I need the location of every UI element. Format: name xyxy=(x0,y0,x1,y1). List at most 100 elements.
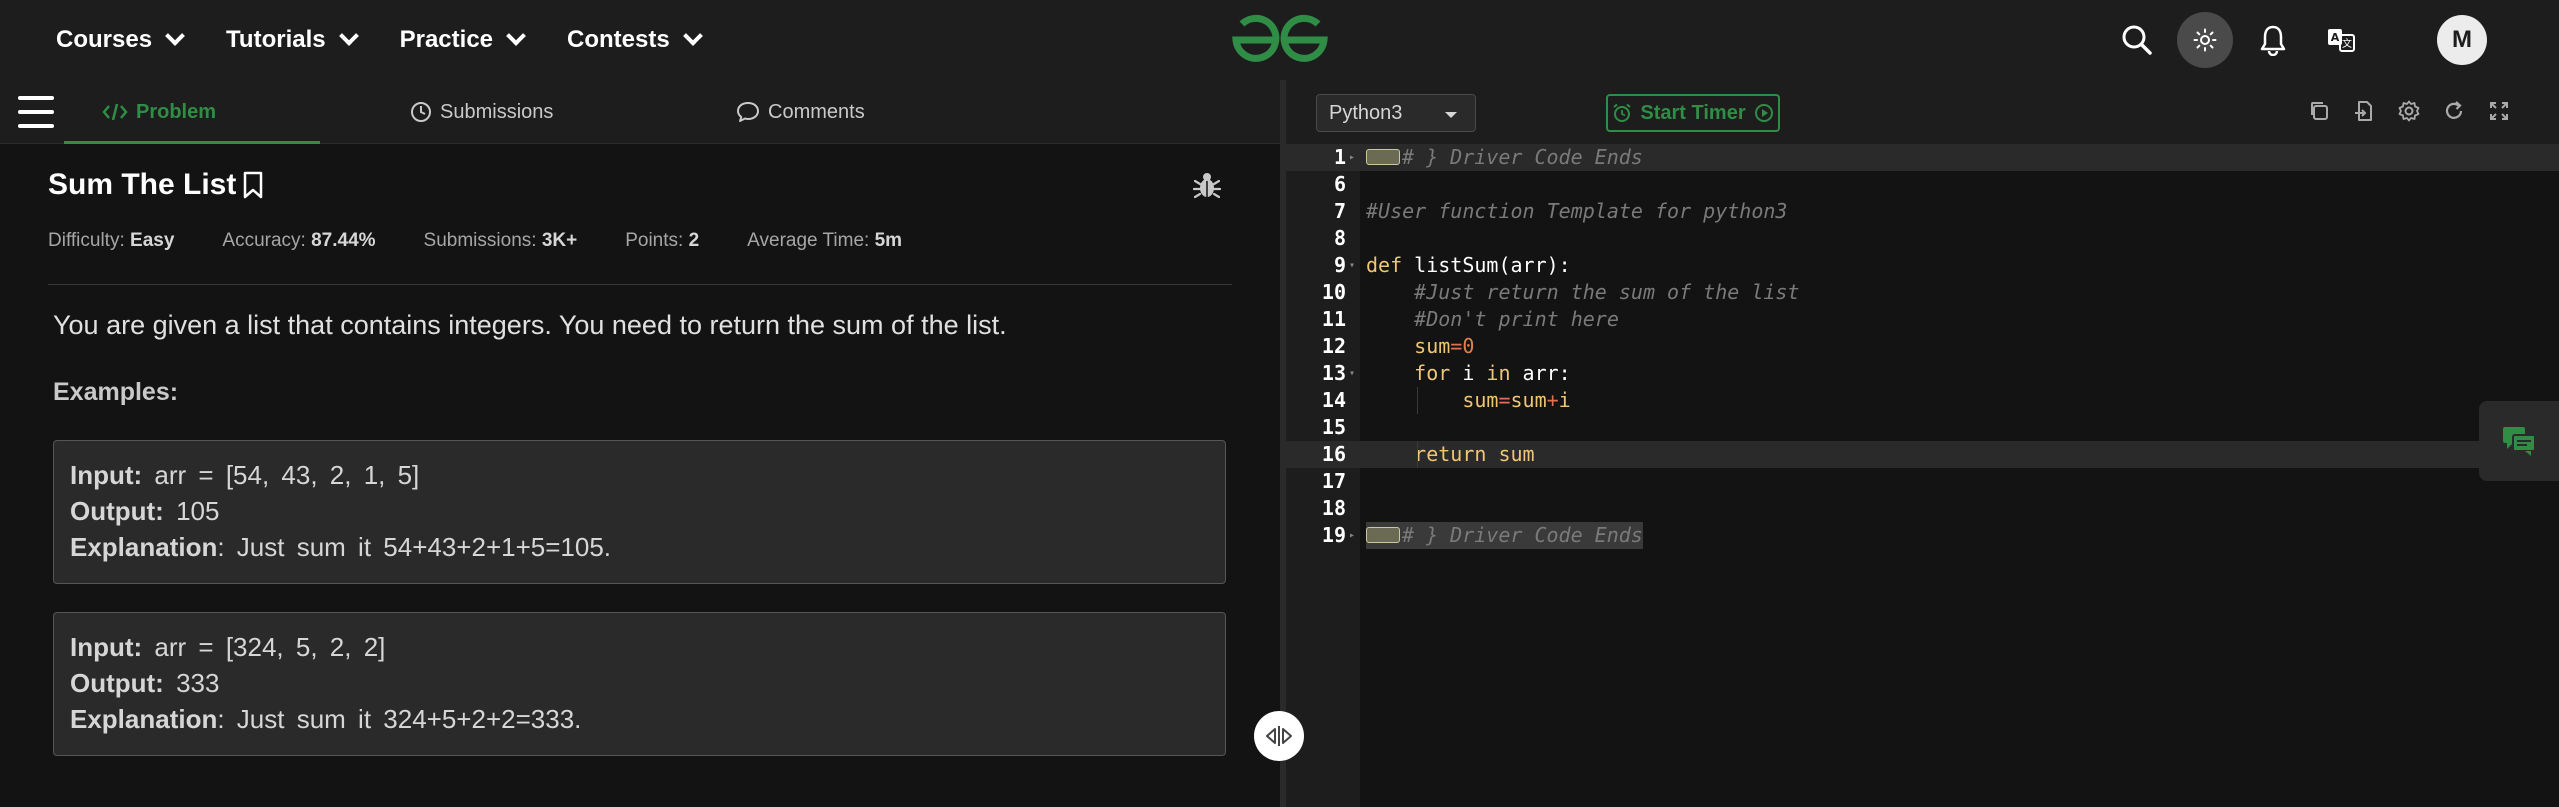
code-line[interactable]: 8 xyxy=(1286,225,2559,252)
comment-text: #Don't print here xyxy=(1366,307,1619,331)
difficulty-label: Difficulty: xyxy=(48,230,125,251)
translate-button[interactable]: A文 xyxy=(2313,12,2369,68)
accuracy-stat: Accuracy: 87.44% xyxy=(222,230,375,252)
nav-practice-label: Practice xyxy=(399,26,494,53)
bell-icon xyxy=(2260,25,2286,56)
code-line[interactable]: 11 #Don't print here xyxy=(1286,306,2559,333)
difficulty-stat: Difficulty: Easy xyxy=(48,230,174,252)
points-value: 2 xyxy=(688,230,700,251)
nav-tutorials[interactable]: Tutorials xyxy=(226,26,359,54)
output-value: 105 xyxy=(176,496,220,526)
svg-text:A: A xyxy=(2331,31,2340,44)
chevron-down-icon xyxy=(506,26,526,46)
fullscreen-button[interactable] xyxy=(2486,98,2511,123)
chevron-down-icon xyxy=(338,26,359,46)
code-editor[interactable]: 1 ▸ # } Driver Code Ends 6 7 #User funct… xyxy=(1286,144,2559,807)
code-text: for i in arr: xyxy=(1366,360,1571,387)
line-number: 18 xyxy=(1321,496,1346,520)
nav-contests[interactable]: Contests xyxy=(567,26,703,54)
line-number: 15 xyxy=(1321,415,1346,439)
line-number: 10 xyxy=(1321,280,1346,304)
code-line[interactable]: 13 ▾ for i in arr: xyxy=(1286,360,2559,387)
operator: + xyxy=(1546,388,1559,412)
indent-guide xyxy=(1417,441,1418,468)
nav-courses[interactable]: Courses xyxy=(56,26,185,54)
code-line[interactable]: 10 #Just return the sum of the list xyxy=(1286,279,2559,306)
code-line[interactable]: 12 sum=0 xyxy=(1286,333,2559,360)
output-label: Output: xyxy=(70,668,164,698)
reset-template-button[interactable] xyxy=(2351,98,2376,123)
caret-down-icon xyxy=(1445,112,1457,118)
fold-arrow-icon[interactable]: ▸ xyxy=(1349,522,1355,549)
indent-guide xyxy=(1417,387,1418,414)
top-navbar: Courses Tutorials Practice Contests A文 M xyxy=(0,0,2559,80)
code-line[interactable]: 18 xyxy=(1286,495,2559,522)
gfg-logo-icon[interactable] xyxy=(1228,12,1332,68)
fold-arrow-icon[interactable]: ▸ xyxy=(1349,144,1355,171)
start-timer-button[interactable]: Start Timer xyxy=(1606,94,1780,132)
language-select[interactable]: Python3 xyxy=(1316,94,1476,132)
search-button[interactable] xyxy=(2109,12,2165,68)
nav-actions: A文 M xyxy=(2097,0,2559,80)
code-line[interactable]: 9 ▾ def listSum(arr): xyxy=(1286,252,2559,279)
difficulty-value: Easy xyxy=(130,230,175,251)
user-avatar[interactable]: M xyxy=(2437,15,2487,65)
keyword: def xyxy=(1366,253,1403,277)
refresh-icon xyxy=(2445,100,2462,119)
example-box: Input: arr = [54, 43, 2, 1, 5] Output: 1… xyxy=(53,440,1226,584)
folded-code-widget[interactable] xyxy=(1366,526,1400,543)
average-time-label: Average Time: xyxy=(747,230,870,251)
line-number: 12 xyxy=(1321,334,1346,358)
code-fragment: listSum(arr): xyxy=(1402,253,1571,277)
accuracy-value: 87.44% xyxy=(311,230,376,251)
code-line[interactable]: 19 ▸ # } Driver Code Ends xyxy=(1286,522,2559,549)
code-line[interactable]: 6 xyxy=(1286,171,2559,198)
start-timer-label: Start Timer xyxy=(1640,101,1746,124)
refresh-button[interactable] xyxy=(2441,98,2466,123)
problem-title-text: Sum The List xyxy=(48,168,237,201)
chat-bubbles-icon xyxy=(2503,427,2536,456)
code-line[interactable]: 7 #User function Template for python3 xyxy=(1286,198,2559,225)
translate-icon: A文 xyxy=(2328,29,2355,52)
tab-problem[interactable]: Problem xyxy=(102,80,216,144)
nav-contests-label: Contests xyxy=(567,26,670,53)
fold-arrow-icon[interactable]: ▾ xyxy=(1349,252,1355,279)
code-text: def listSum(arr): xyxy=(1366,252,1571,279)
operator: = xyxy=(1450,334,1463,358)
example-box: Input: arr = [324, 5, 2, 2] Output: 333 … xyxy=(53,612,1226,756)
tab-submissions[interactable]: Submissions xyxy=(410,80,553,144)
folded-code-widget[interactable] xyxy=(1366,148,1400,165)
code-line[interactable]: 14 sum=sum+i xyxy=(1286,387,2559,414)
theme-toggle-button[interactable] xyxy=(2177,12,2233,68)
search-icon xyxy=(2122,25,2152,55)
example-explanation-line: Explanation: Just sum it 324+5+2+2=333. xyxy=(70,701,1209,737)
chat-button[interactable] xyxy=(2479,401,2559,481)
line-number: 19 xyxy=(1321,523,1346,547)
line-number: 13 xyxy=(1321,361,1346,385)
fold-arrow-icon[interactable]: ▾ xyxy=(1349,360,1355,387)
submissions-label: Submissions: xyxy=(423,230,537,251)
editor-settings-button[interactable] xyxy=(2396,98,2421,123)
tab-comments[interactable]: Comments xyxy=(736,80,865,144)
copy-icon xyxy=(2310,101,2328,120)
svg-text:文: 文 xyxy=(2342,37,2352,50)
panel-resize-handle[interactable] xyxy=(1254,711,1304,761)
code-line[interactable]: 1 ▸ # } Driver Code Ends xyxy=(1286,144,2559,171)
code-line[interactable]: 17 xyxy=(1286,468,2559,495)
hamburger-menu-icon[interactable] xyxy=(18,96,54,128)
bug-report-icon[interactable] xyxy=(1193,170,1221,200)
file-import-icon xyxy=(2354,100,2372,121)
copy-code-button[interactable] xyxy=(2306,98,2331,123)
comment-text: #Just return the sum of the list xyxy=(1366,280,1800,304)
notifications-button[interactable] xyxy=(2245,12,2301,68)
line-number: 9 xyxy=(1333,253,1346,277)
keyword: return xyxy=(1414,442,1487,466)
code-text: return sum xyxy=(1366,441,1534,468)
code-text: # } Driver Code Ends xyxy=(1366,522,1643,549)
nav-practice[interactable]: Practice xyxy=(399,26,526,54)
code-line-active[interactable]: 16 return sum xyxy=(1286,441,2559,468)
submissions-value: 3K+ xyxy=(541,230,578,251)
problem-meta: Difficulty: Easy Accuracy: 87.44% Submis… xyxy=(48,230,950,252)
code-line[interactable]: 15 xyxy=(1286,414,2559,441)
bookmark-icon[interactable] xyxy=(242,171,264,199)
